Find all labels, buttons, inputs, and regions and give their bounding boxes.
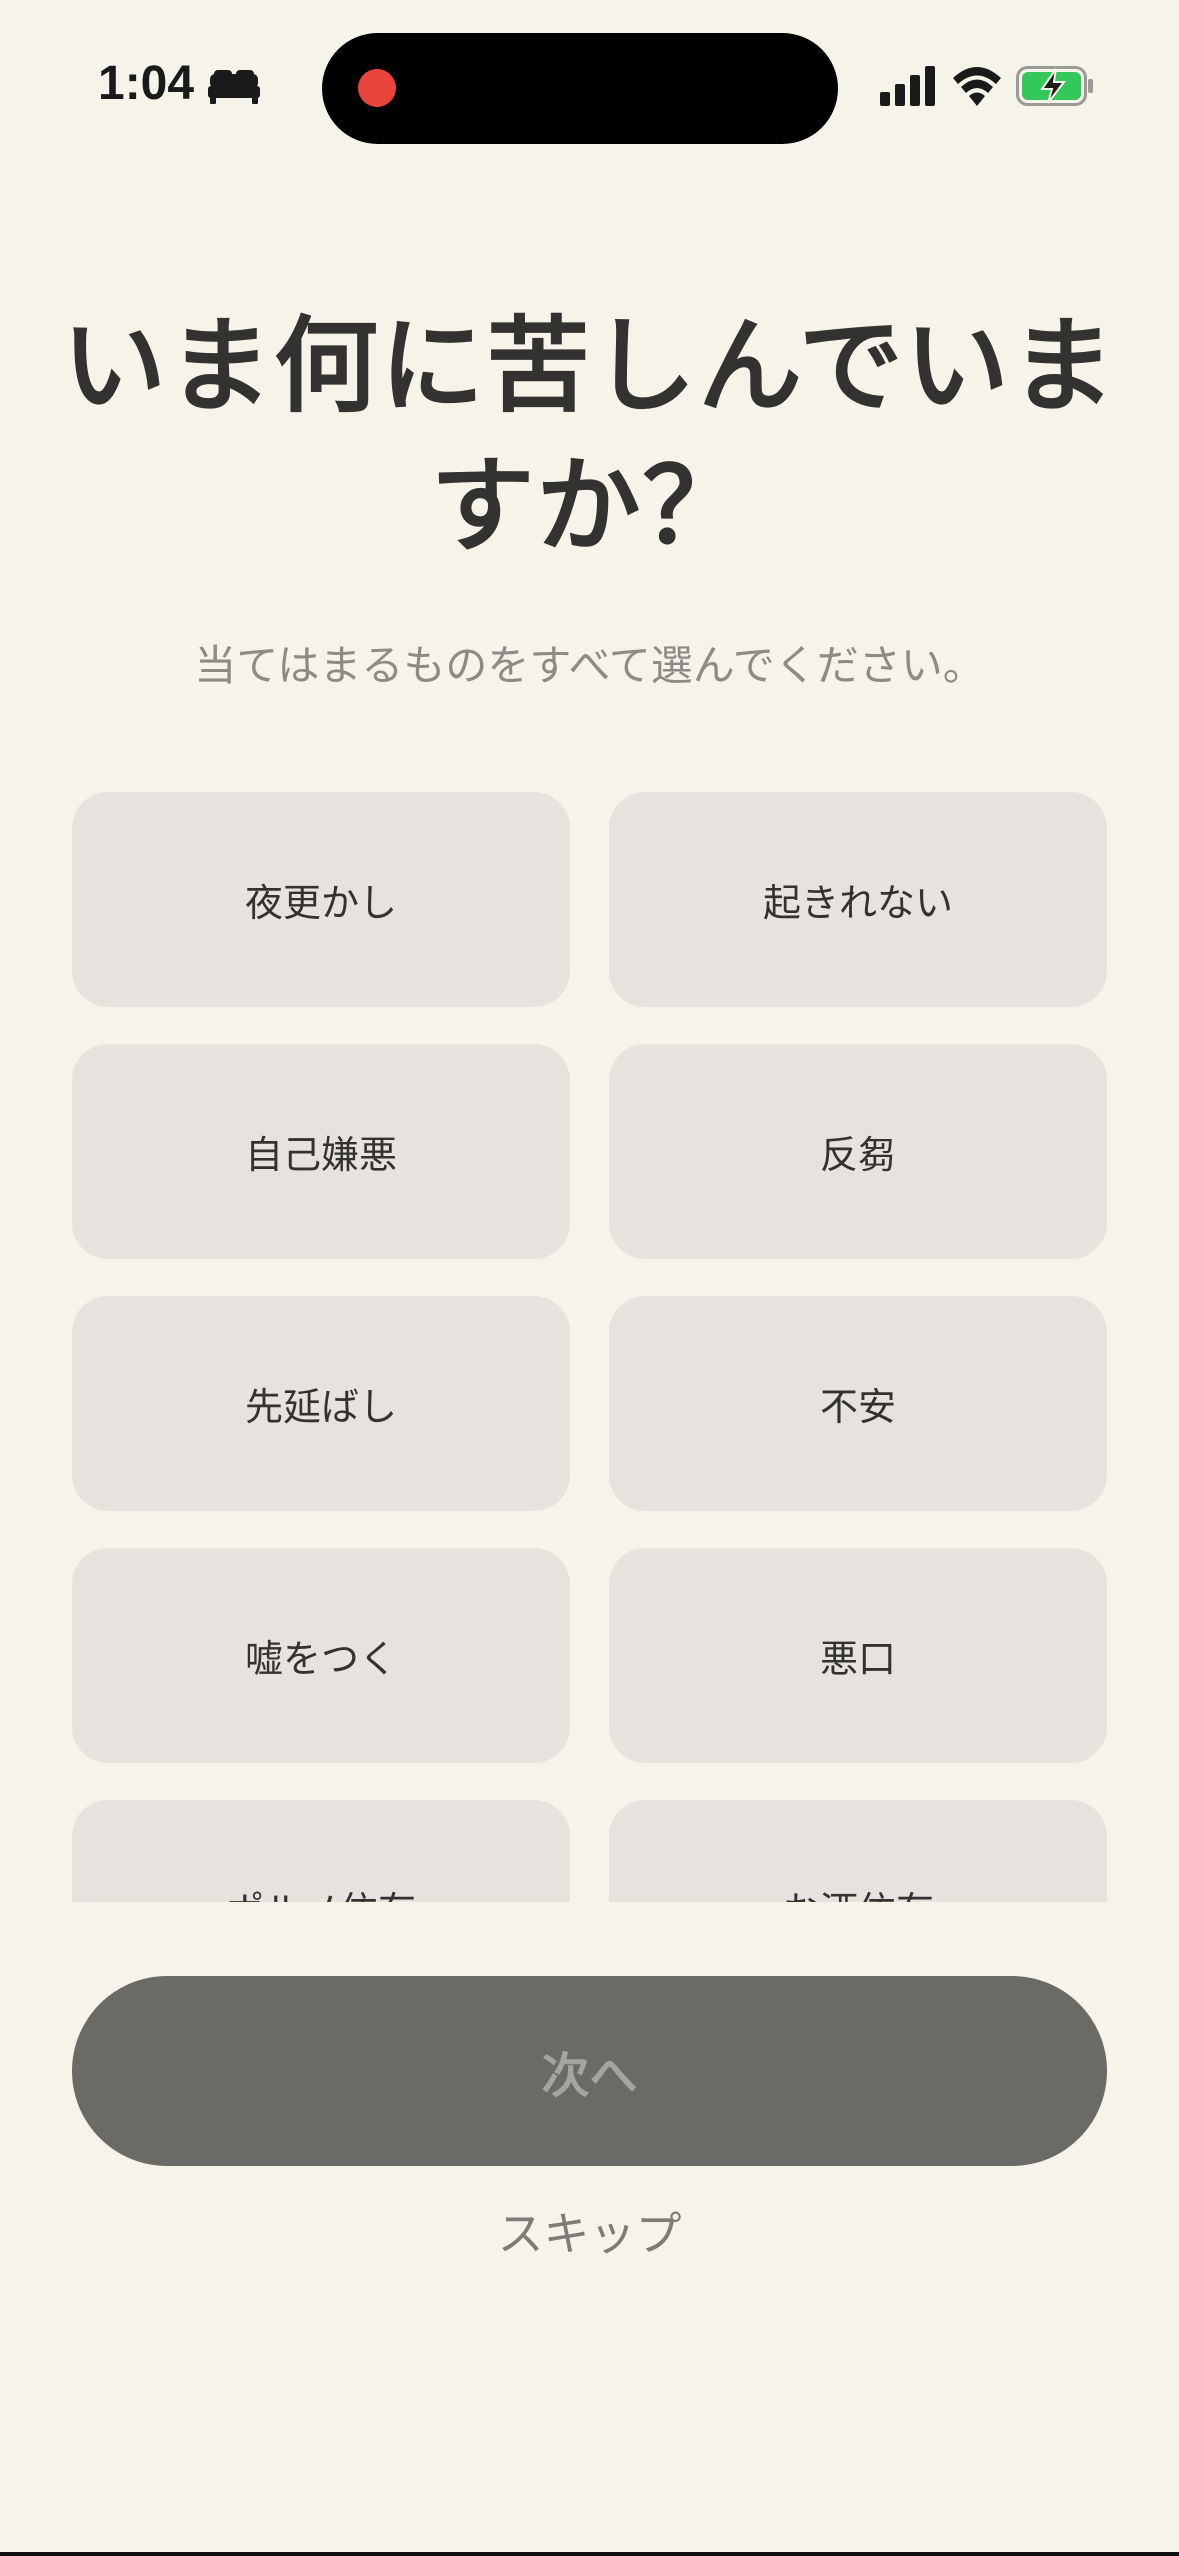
status-time: 1:04 [98, 57, 195, 110]
battery-charging-icon [1016, 66, 1093, 106]
option-card[interactable]: 嘘をつく [72, 1548, 570, 1763]
page-subtitle: 当てはまるものをすべて選んでください。 [194, 641, 985, 690]
bed-icon [208, 70, 260, 104]
recording-indicator [358, 69, 396, 107]
option-card[interactable]: 夜更かし [72, 792, 570, 1007]
option-card[interactable]: 起きれない [609, 792, 1107, 1007]
option-card[interactable]: 自己嫌悪 [72, 1044, 570, 1259]
dynamic-island [322, 33, 838, 144]
status-bar: 1:04 [0, 0, 1179, 176]
option-card[interactable]: 不安 [609, 1296, 1107, 1511]
option-card[interactable]: 悪口 [609, 1548, 1107, 1763]
skip-link[interactable]: スキップ [0, 2198, 1179, 2264]
page-title: いま何に苦しんでいますか？ [62, 305, 1117, 567]
option-card[interactable]: お酒依存 [609, 1800, 1107, 1902]
next-button[interactable]: 次へ [72, 1976, 1107, 2166]
wifi-icon [953, 67, 1001, 106]
cellular-signal-icon [880, 66, 935, 106]
home-indicator [0, 2552, 1179, 2556]
option-card[interactable]: 先延ばし [72, 1296, 570, 1511]
options-scroll-area[interactable]: 夜更かし 起きれない 自己嫌悪 反芻 先延ばし 不安 嘘をつく 悪口 ポルノ依存… [0, 790, 1179, 1902]
option-card[interactable]: ポルノ依存 [72, 1800, 570, 1902]
options-grid: 夜更かし 起きれない 自己嫌悪 反芻 先延ばし 不安 嘘をつく 悪口 ポルノ依存… [72, 792, 1107, 1902]
option-card[interactable]: 反芻 [609, 1044, 1107, 1259]
